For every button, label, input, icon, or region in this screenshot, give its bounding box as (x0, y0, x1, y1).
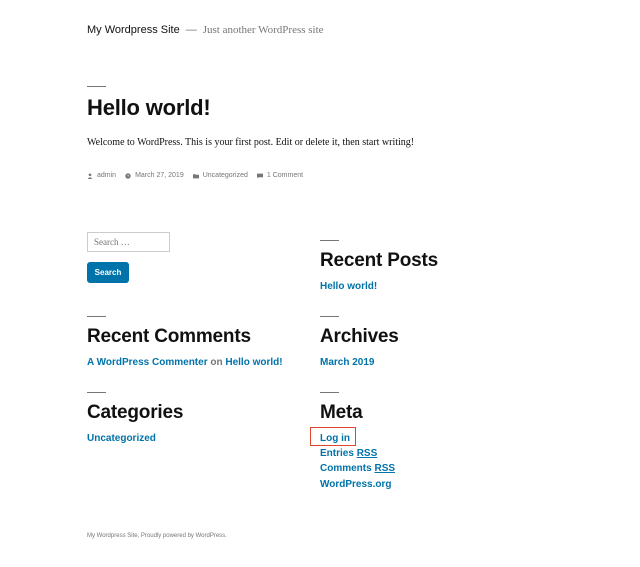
comments-rss-link[interactable]: Comments RSS (320, 463, 395, 474)
post-comments-label: 1 Comment (266, 172, 304, 179)
widget-divider (320, 392, 339, 393)
widget-divider (87, 316, 106, 317)
comments-label[interactable]: Comments (320, 463, 372, 474)
meta-title: Meta (320, 402, 363, 423)
post-date[interactable]: March 27, 2019 (125, 172, 184, 179)
post-title[interactable]: Hello world! (87, 95, 211, 121)
comment-post-link[interactable]: Hello world! (225, 357, 282, 368)
entries-label[interactable]: Entries (320, 448, 354, 459)
archives-title: Archives (320, 326, 399, 347)
site-footer: My Wordpress Site, Proudly powered by Wo… (87, 533, 227, 539)
comments-rss-abbr[interactable]: RSS (374, 463, 395, 474)
clock-icon (125, 172, 131, 179)
search-button[interactable]: Search (87, 262, 129, 283)
site-tagline: Just another WordPress site (202, 24, 324, 36)
categories-title: Categories (87, 402, 184, 423)
post-date-label: March 27, 2019 (135, 172, 184, 179)
post-meta: admin March 27, 2019 Uncategorized 1 Com… (87, 172, 312, 179)
folder-icon (192, 173, 199, 179)
archive-link-march-2019[interactable]: March 2019 (320, 357, 374, 368)
post-author-label: admin (97, 172, 117, 179)
post-category-label: Uncategorized (202, 172, 248, 179)
post-author[interactable]: admin (87, 172, 116, 179)
post-divider (87, 86, 106, 87)
person-icon (87, 172, 93, 179)
wordpress-org-link[interactable]: WordPress.org (320, 479, 392, 490)
post-category[interactable]: Uncategorized (192, 172, 248, 179)
post-comments[interactable]: 1 Comment (256, 172, 304, 179)
search-input[interactable] (87, 232, 170, 252)
post-content: Welcome to WordPress. This is your first… (87, 137, 415, 148)
comment-icon (256, 173, 263, 179)
recent-comment-item: A WordPress Commenter on Hello world! (87, 357, 283, 368)
comment-on-text: on (210, 357, 223, 368)
widget-divider (87, 392, 106, 393)
recent-posts-title: Recent Posts (320, 250, 438, 271)
widget-divider (320, 240, 339, 241)
title-separator: — (185, 24, 197, 36)
comment-author-link[interactable]: A WordPress Commenter (87, 357, 208, 368)
site-header: My Wordpress Site — Just another WordPress… (87, 24, 324, 36)
login-link[interactable]: Log in (320, 433, 350, 444)
recent-post-link[interactable]: Hello world! (320, 281, 377, 292)
recent-comments-title: Recent Comments (87, 326, 251, 347)
site-title[interactable]: My Wordpress Site (87, 24, 180, 36)
category-link-uncategorized[interactable]: Uncategorized (87, 433, 156, 444)
widget-divider (320, 316, 339, 317)
entries-rss-abbr[interactable]: RSS (357, 448, 378, 459)
entries-rss-link[interactable]: Entries RSS (320, 448, 377, 459)
